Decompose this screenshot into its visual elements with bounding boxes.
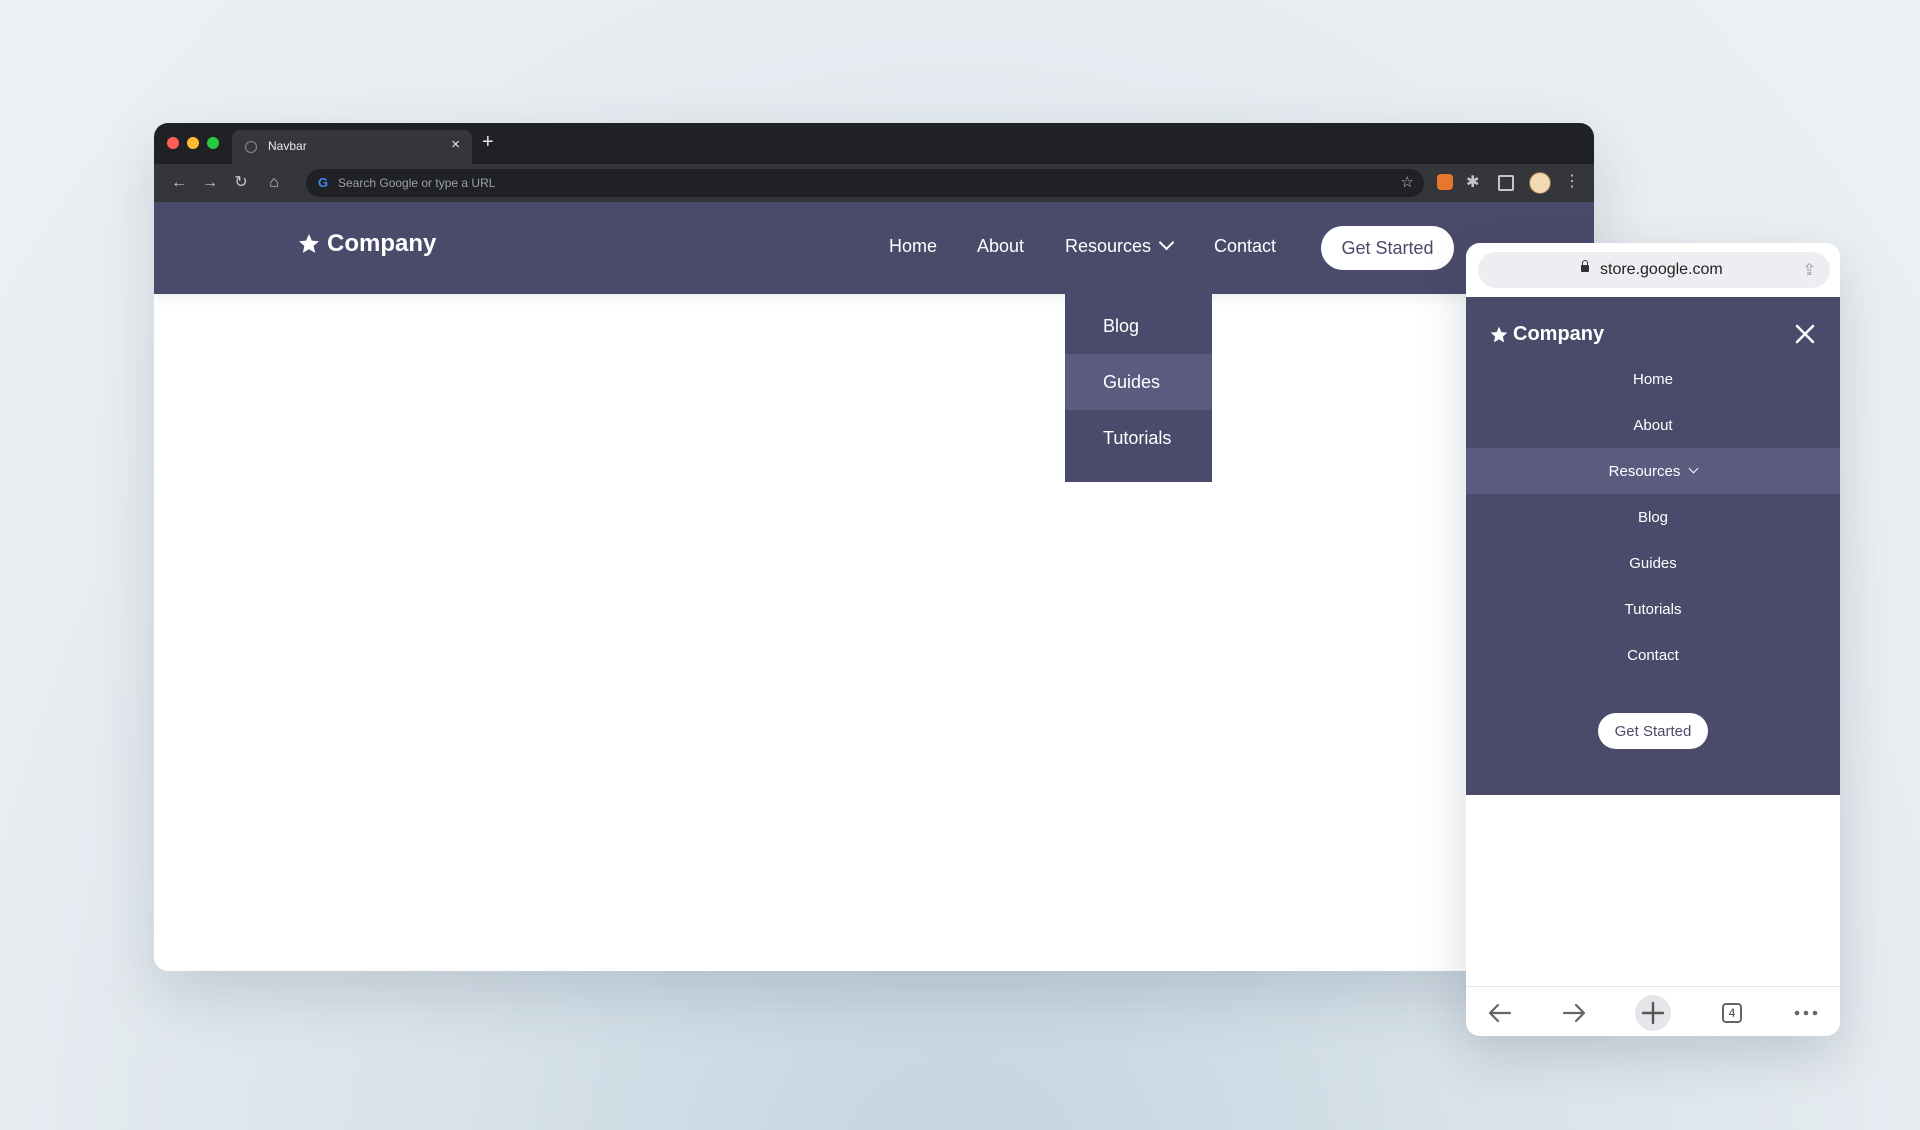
mobile-menu-item-about[interactable]: About bbox=[1466, 402, 1840, 448]
kebab-icon[interactable]: ⋮ bbox=[1564, 171, 1580, 191]
mobile-browser-window: store.google.com ⇪ Company Home About Re… bbox=[1466, 243, 1840, 1036]
mobile-get-started-button[interactable]: Get Started bbox=[1598, 713, 1708, 749]
mobile-menu-item-tutorials[interactable]: Tutorials bbox=[1466, 586, 1840, 632]
browser-toolbar: ← → ↻ ⌂ G Search Google or type a URL ☆ … bbox=[154, 164, 1594, 202]
lock-icon bbox=[1581, 260, 1589, 272]
reload-icon[interactable]: ↻ bbox=[230, 172, 252, 194]
mobile-address-bar[interactable]: store.google.com ⇪ bbox=[1478, 252, 1830, 288]
star-icon bbox=[299, 234, 319, 253]
extensions-icon[interactable]: ✱ bbox=[1466, 172, 1479, 192]
home-icon[interactable]: ⌂ bbox=[263, 172, 285, 194]
chevron-down-icon bbox=[1688, 463, 1699, 473]
side-panel-icon[interactable] bbox=[1498, 175, 1514, 191]
minimize-window-button[interactable] bbox=[187, 137, 199, 149]
tab-count: 4 bbox=[1722, 1003, 1742, 1023]
close-window-button[interactable] bbox=[167, 137, 179, 149]
chevron-down-icon bbox=[1158, 234, 1175, 251]
mobile-menu-item-resources[interactable]: Resources bbox=[1466, 448, 1840, 494]
nav-link-resources-label: Resources bbox=[1065, 236, 1152, 256]
google-icon: G bbox=[318, 175, 329, 190]
brand-logo[interactable]: Company bbox=[297, 230, 436, 258]
tab-strip: Navbar × + bbox=[154, 123, 1594, 164]
mobile-brand-name: Company bbox=[1513, 323, 1605, 345]
new-tab-icon[interactable]: + bbox=[482, 131, 494, 154]
address-placeholder: Search Google or type a URL bbox=[338, 176, 496, 190]
get-started-button[interactable]: Get Started bbox=[1321, 226, 1454, 270]
mobile-menu-item-home[interactable]: Home bbox=[1466, 356, 1840, 402]
mobile-address-area: store.google.com ⇪ bbox=[1466, 243, 1840, 297]
tab-title: Navbar bbox=[268, 139, 307, 153]
nav-link-about[interactable]: About bbox=[977, 236, 1024, 257]
close-icon[interactable] bbox=[1794, 323, 1816, 345]
bookmark-star-icon[interactable]: ☆ bbox=[1401, 173, 1414, 191]
nav-link-contact[interactable]: Contact bbox=[1214, 236, 1276, 257]
back-icon[interactable]: ← bbox=[168, 172, 190, 194]
mobile-bottom-toolbar: 4 bbox=[1466, 986, 1840, 1036]
extension-icon[interactable] bbox=[1437, 174, 1453, 190]
plus-icon[interactable] bbox=[1635, 995, 1671, 1031]
site-navbar: Company Home About Resources Contact Get… bbox=[154, 202, 1594, 294]
dropdown-item-guides[interactable]: Guides bbox=[1065, 354, 1212, 410]
mobile-url: store.google.com bbox=[1600, 261, 1723, 278]
globe-icon bbox=[245, 141, 257, 153]
dropdown-item-blog[interactable]: Blog bbox=[1065, 298, 1212, 354]
browser-tab[interactable]: Navbar × bbox=[232, 130, 472, 164]
avatar[interactable] bbox=[1529, 172, 1551, 194]
mobile-menu-item-blog[interactable]: Blog bbox=[1466, 494, 1840, 540]
tabs-icon[interactable]: 4 bbox=[1714, 995, 1750, 1031]
forward-icon[interactable] bbox=[1556, 995, 1592, 1031]
more-icon[interactable] bbox=[1788, 995, 1824, 1031]
desktop-browser-window: Navbar × + ← → ↻ ⌂ G Search Google or ty… bbox=[154, 123, 1594, 971]
nav-link-resources[interactable]: Resources bbox=[1065, 234, 1175, 257]
resources-dropdown: Blog Guides Tutorials bbox=[1065, 294, 1212, 482]
mobile-menu-item-contact[interactable]: Contact bbox=[1466, 632, 1840, 678]
back-icon[interactable] bbox=[1482, 995, 1518, 1031]
maximize-window-button[interactable] bbox=[207, 137, 219, 149]
mobile-menu-item-resources-label: Resources bbox=[1608, 462, 1681, 480]
mobile-brand-logo[interactable]: Company bbox=[1489, 323, 1604, 346]
brand-name: Company bbox=[327, 230, 437, 257]
mobile-nav-menu: Company Home About Resources Blog Guides… bbox=[1466, 297, 1840, 795]
star-icon bbox=[1490, 326, 1508, 342]
mobile-menu-item-guides[interactable]: Guides bbox=[1466, 540, 1840, 586]
nav-link-home[interactable]: Home bbox=[889, 236, 937, 257]
forward-icon[interactable]: → bbox=[199, 172, 221, 194]
dropdown-item-tutorials[interactable]: Tutorials bbox=[1065, 410, 1212, 466]
share-icon[interactable]: ⇪ bbox=[1803, 260, 1816, 280]
address-bar[interactable]: G Search Google or type a URL ☆ bbox=[306, 169, 1424, 197]
close-tab-icon[interactable]: × bbox=[451, 136, 460, 153]
